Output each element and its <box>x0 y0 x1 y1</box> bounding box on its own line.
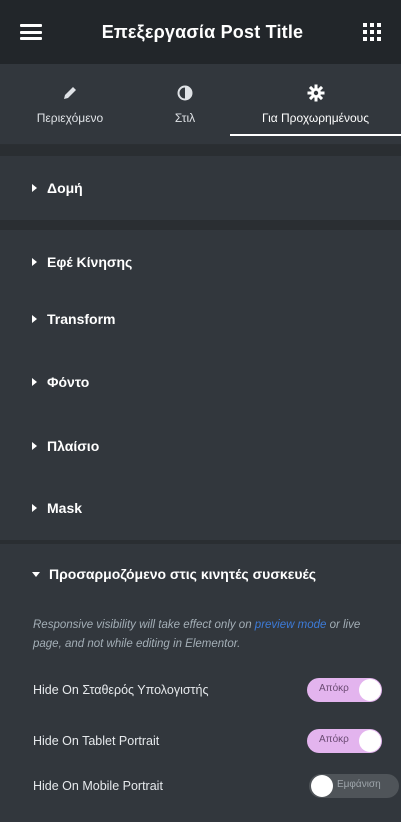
responsive-note: Responsive visibility will take effect o… <box>33 616 383 654</box>
gear-icon <box>307 83 325 103</box>
section-transform[interactable]: Transform <box>0 287 401 351</box>
caret-right-icon <box>32 184 37 192</box>
responsive-panel: Responsive visibility will take effect o… <box>0 600 401 822</box>
toggle-text: Απόκρ <box>319 734 349 745</box>
caret-right-icon <box>32 504 37 512</box>
hide-desktop-toggle[interactable]: Απόκρ <box>307 678 382 702</box>
hide-desktop-label: Hide On Σταθερός Υπολογιστής <box>33 682 209 697</box>
panel-title: Επεξεργασία Post Title <box>101 21 304 42</box>
tab-style-label: Στιλ <box>174 111 196 125</box>
hide-tablet-label: Hide On Tablet Portrait <box>33 733 160 748</box>
caret-right-icon <box>32 378 37 386</box>
grid-icon[interactable] <box>362 23 381 41</box>
caret-right-icon <box>32 442 37 450</box>
section-motion-effects[interactable]: Εφέ Κίνησης <box>0 230 401 294</box>
note-text: Responsive visibility will take effect o… <box>33 619 255 631</box>
section-label: Φόντο <box>47 374 90 390</box>
half-circle-icon <box>177 83 193 103</box>
tab-content[interactable]: Περιεχόμενο <box>0 64 140 144</box>
tab-advanced-label: Για Προχωρημένους <box>261 111 369 125</box>
hide-mobile-toggle[interactable]: Εμφάνιση <box>309 774 399 798</box>
section-label: Δομή <box>47 180 83 196</box>
panel-header: Επεξεργασία Post Title <box>0 0 401 64</box>
toggle-text: Απόκρ <box>319 683 349 694</box>
pencil-icon <box>62 83 78 103</box>
tab-style[interactable]: Στιλ <box>140 64 230 144</box>
section-gap <box>0 220 401 230</box>
section-responsive[interactable]: Προσαρμοζόμενο στις κινητές συσκευές <box>0 544 401 604</box>
section-label: Πλαίσιο <box>47 438 100 454</box>
toggle-knob <box>359 730 381 752</box>
section-mask[interactable]: Mask <box>0 476 401 540</box>
tab-advanced[interactable]: Για Προχωρημένους <box>230 64 401 144</box>
caret-right-icon <box>32 258 37 266</box>
section-border[interactable]: Πλαίσιο <box>0 414 401 478</box>
preview-mode-link[interactable]: preview mode <box>255 619 327 631</box>
hamburger-icon[interactable] <box>20 24 42 40</box>
caret-down-icon <box>32 571 40 577</box>
panel-tabs: Περιεχόμενο Στιλ Για Προχωρημένους <box>0 64 401 144</box>
section-gap <box>0 145 401 156</box>
caret-right-icon <box>32 315 37 323</box>
hide-mobile-label: Hide On Mobile Portrait <box>33 778 163 793</box>
toggle-knob <box>311 775 333 797</box>
toggle-text: Εμφάνιση <box>337 779 381 790</box>
section-background[interactable]: Φόντο <box>0 350 401 414</box>
section-label: Προσαρμοζόμενο στις κινητές συσκευές <box>49 566 317 582</box>
section-layout[interactable]: Δομή <box>0 156 401 220</box>
section-label: Εφέ Κίνησης <box>47 254 133 270</box>
section-label: Transform <box>47 311 116 327</box>
hide-tablet-toggle[interactable]: Απόκρ <box>307 729 382 753</box>
toggle-knob <box>359 679 381 701</box>
section-label: Mask <box>47 500 83 516</box>
tab-content-label: Περιεχόμενο <box>36 111 104 125</box>
